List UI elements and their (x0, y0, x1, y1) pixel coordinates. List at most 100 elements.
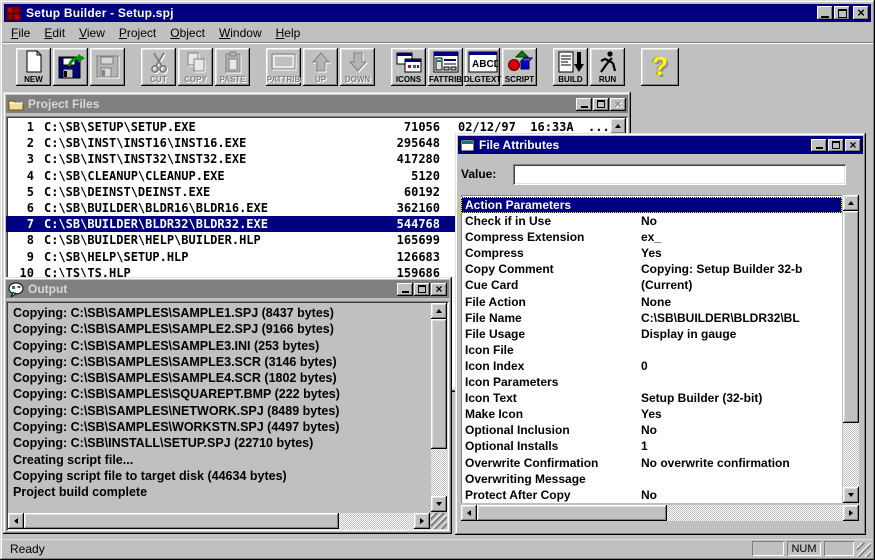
scroll-down-button[interactable] (843, 487, 859, 503)
attribute-value: No overwrite confirmation (641, 455, 790, 470)
scroll-right-button[interactable] (843, 505, 859, 521)
log-line: Copying: C:\SB\SAMPLES\SAMPLE1.SPJ (8437… (13, 306, 334, 320)
help-icon: ? (652, 51, 668, 81)
output-titlebar[interactable]: Output × (6, 280, 449, 298)
attribute-row[interactable]: Icon Parameters (461, 374, 842, 390)
menu-window[interactable]: Window (212, 24, 269, 42)
copy-button[interactable]: COPY (178, 48, 213, 86)
close-button[interactable]: × (845, 138, 861, 152)
attribute-row[interactable]: File Name C:\SB\BUILDER\BLDR32\BL (461, 310, 842, 326)
file-attributes-titlebar[interactable]: File Attributes × (458, 136, 863, 154)
maximize-button[interactable] (593, 97, 609, 111)
attribute-row[interactable]: File Action None (461, 294, 842, 310)
scroll-up-button[interactable] (843, 195, 859, 211)
value-input[interactable] (513, 163, 846, 185)
scroll-down-button[interactable] (431, 496, 447, 512)
icons-window-button[interactable]: ICONS (391, 48, 426, 86)
vertical-scrollbar[interactable] (431, 303, 447, 512)
minimize-button[interactable] (817, 6, 833, 20)
minimize-icon (580, 106, 588, 108)
maximize-button[interactable] (828, 138, 844, 152)
paste-button[interactable]: PASTE (215, 48, 250, 86)
resize-grip[interactable] (857, 543, 871, 557)
menu-object[interactable]: Object (163, 24, 212, 42)
window-title: Setup Builder - Setup.spj (26, 6, 174, 20)
dialog-text-button[interactable]: ABCD DLGTEXT (464, 48, 501, 86)
scroll-left-button[interactable] (461, 505, 477, 521)
titlebar[interactable]: Setup Builder - Setup.spj × (4, 4, 871, 22)
attribute-row[interactable]: Protect After Copy No (461, 487, 842, 503)
help-button[interactable]: ? (641, 48, 679, 86)
file-path: C:\SB\DEINST\DEINST.EXE (44, 184, 211, 199)
attribute-row[interactable]: Overwrite Confirmation No overwrite confi… (461, 455, 842, 471)
minimize-button[interactable] (397, 282, 413, 296)
attribute-row[interactable]: Compress Extension ex_ (461, 229, 842, 245)
scrollbar-thumb[interactable] (24, 513, 339, 529)
move-down-button[interactable]: DOWN (340, 48, 375, 86)
attribute-row[interactable]: Icon Index 0 (461, 358, 842, 374)
scrollbar-thumb[interactable] (843, 211, 859, 423)
project-attributes-button[interactable]: PATTRIB (266, 48, 301, 86)
attribute-row[interactable]: Compress Yes (461, 245, 842, 261)
resize-grip[interactable] (431, 513, 447, 529)
maximize-button[interactable] (414, 282, 430, 296)
maximize-button[interactable] (834, 6, 850, 20)
close-button[interactable]: × (431, 282, 447, 296)
attribute-row[interactable]: Overwriting Message (461, 471, 842, 487)
cut-button[interactable]: CUT (141, 48, 176, 86)
save-button[interactable] (90, 48, 125, 86)
minimize-icon (815, 147, 823, 149)
scrollbar-thumb[interactable] (477, 505, 667, 521)
close-button[interactable]: × (610, 97, 626, 111)
attribute-row[interactable]: Copy Comment Copying: Setup Builder 32-b (461, 261, 842, 277)
move-up-button[interactable]: UP (303, 48, 338, 86)
attribute-value: None (641, 294, 671, 309)
attribute-row[interactable]: Optional Inclusion No (461, 422, 842, 438)
scrollbar-thumb[interactable] (431, 319, 447, 449)
attribute-row[interactable]: Icon File (461, 342, 842, 358)
new-button[interactable]: NEW (16, 48, 51, 86)
attribute-row[interactable]: Optional Installs 1 (461, 438, 842, 454)
file-path: C:\SB\BUILDER\BLDR32\BLDR32.EXE (44, 217, 268, 232)
attribute-value (641, 342, 842, 358)
menu-help[interactable]: Help (269, 24, 308, 42)
attribute-row[interactable]: Make Icon Yes (461, 406, 842, 422)
minimize-button[interactable] (811, 138, 827, 152)
scroll-right-button[interactable] (414, 513, 430, 529)
attribute-row[interactable]: File Usage Display in gauge (461, 326, 842, 342)
project-files-titlebar[interactable]: Project Files × (6, 95, 628, 113)
attribute-row-selected[interactable]: Action Parameters (461, 197, 842, 214)
attribute-value: No (641, 214, 657, 229)
open-button[interactable] (53, 48, 88, 86)
attribute-value: (Current) (641, 278, 693, 293)
project-files-title: Project Files (28, 97, 100, 111)
file-path: C:\SB\BUILDER\HELP\BUILDER.HLP (44, 233, 261, 248)
up-arrow-icon (303, 48, 338, 75)
run-button[interactable]: RUN (590, 48, 625, 86)
attribute-row[interactable]: Check if in Use No (461, 213, 842, 229)
menu-view[interactable]: View (72, 24, 112, 42)
vertical-scrollbar[interactable] (843, 195, 859, 503)
file-path: C:\SB\BUILDER\BLDR16\BLDR16.EXE (44, 200, 268, 215)
attribute-value (641, 374, 842, 390)
horizontal-scrollbar[interactable] (461, 505, 859, 521)
menu-project[interactable]: Project (112, 24, 163, 42)
output-window: Output × Copying: C:\SB\SAMPLES\SAMPLE1.… (3, 277, 452, 534)
attribute-row[interactable]: Cue Card (Current) (461, 277, 842, 293)
minimize-button[interactable] (576, 97, 592, 111)
attribute-row[interactable]: Icon Text Setup Builder (32-bit) (461, 390, 842, 406)
file-attributes-button[interactable]: FATTRIB (428, 48, 463, 86)
build-button[interactable]: BUILD (553, 48, 588, 86)
menu-file[interactable]: File (4, 24, 37, 42)
scroll-left-button[interactable] (8, 513, 24, 529)
scroll-up-button[interactable] (431, 303, 447, 319)
script-button[interactable]: SCRIPT (502, 48, 537, 86)
status-panel-num: NUM (787, 541, 821, 556)
horizontal-scrollbar[interactable] (8, 513, 430, 529)
close-button[interactable]: × (853, 6, 869, 20)
open-floppy-icon (53, 48, 88, 84)
scroll-up-button[interactable] (610, 118, 626, 134)
menu-edit[interactable]: Edit (37, 24, 72, 42)
attribute-name: File Usage (465, 326, 526, 341)
paste-icon (215, 48, 250, 75)
